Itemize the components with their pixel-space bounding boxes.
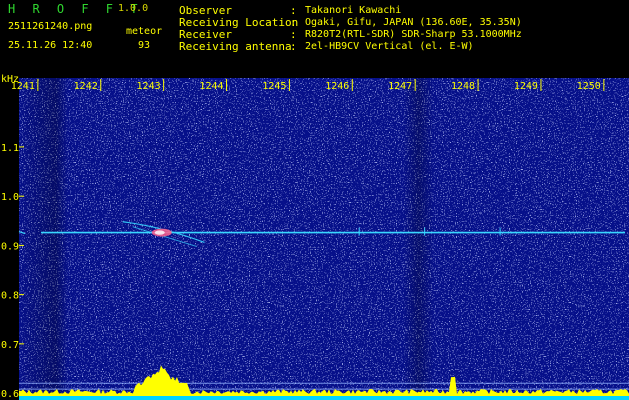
y-unit-label: kHz <box>1 74 19 85</box>
freq-tick-label: 0.8 <box>1 291 19 302</box>
spectrum-shading <box>19 78 629 400</box>
freq-tick-label: 1.0 <box>1 192 19 203</box>
time-tick-label: 1244 <box>199 81 223 92</box>
echo-core <box>154 230 165 235</box>
time-tick-label: 1247 <box>388 81 412 92</box>
freq-tick-label: 0.7 <box>1 340 19 351</box>
freq-tick-label: 1.1 <box>1 143 19 154</box>
freq-tick-label: 0.9 <box>1 241 19 252</box>
hrofft-window: H R O F F T 1.0.0 2511261240.png 25.11.2… <box>0 0 629 400</box>
time-tick-label: 1243 <box>137 81 161 92</box>
freq-tick-label: 0.6 <box>1 389 19 400</box>
time-tick-label: 1246 <box>325 81 349 92</box>
time-tick-label: 1248 <box>451 81 475 92</box>
time-tick-label: 1249 <box>514 81 538 92</box>
time-tick-label: 1245 <box>262 81 286 92</box>
level-baseline <box>19 396 629 400</box>
time-tick-label: 1250 <box>577 81 601 92</box>
time-tick-label: 1242 <box>74 81 98 92</box>
spectrogram: 1241 1242 1243 1244 1245 1246 1247 1248 1249 1250… <box>1 74 629 400</box>
